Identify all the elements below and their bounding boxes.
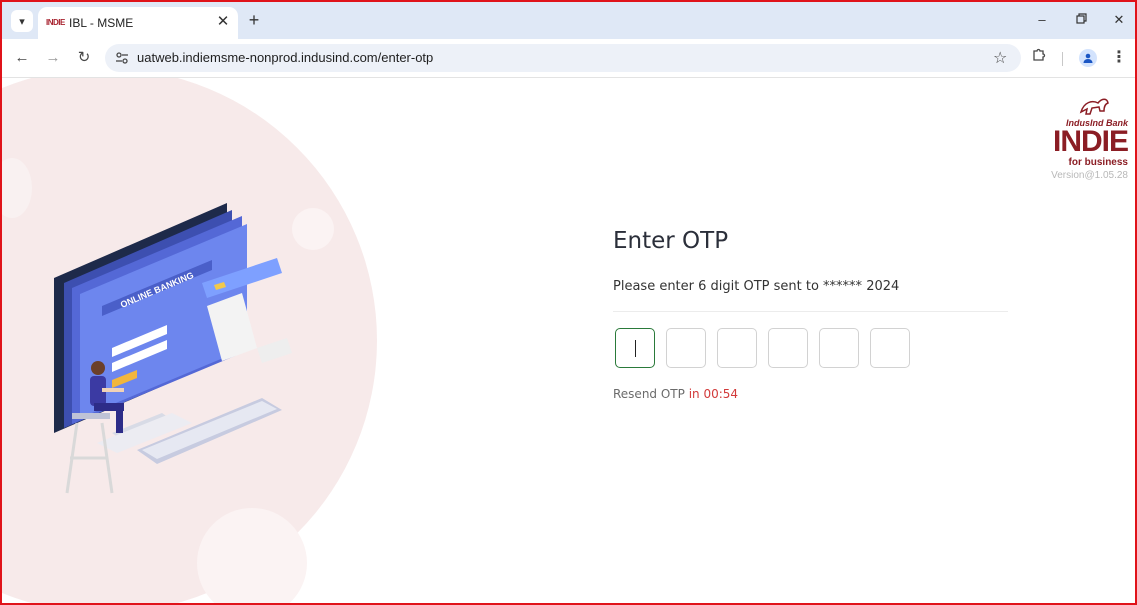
minimize-icon[interactable]: – xyxy=(1027,9,1057,31)
profile-icon[interactable] xyxy=(1079,49,1097,67)
forward-arrow-icon[interactable]: → xyxy=(42,47,64,69)
otp-digit-2[interactable] xyxy=(666,328,706,368)
toolbar-separator xyxy=(1062,52,1063,66)
logo-tagline: for business xyxy=(1068,157,1128,168)
address-bar[interactable]: uatweb.indiemsme-nonprod.indusind.com/en… xyxy=(105,44,1021,72)
otp-digit-1[interactable] xyxy=(615,328,655,368)
tune-icon[interactable] xyxy=(115,51,129,65)
otp-instruction: Please enter 6 digit OTP sent to ****** … xyxy=(613,279,900,294)
tab-title: IBL - MSME xyxy=(69,16,134,30)
reload-icon[interactable]: ↻ xyxy=(73,47,95,69)
tab-strip: ▾ INDIE IBL - MSME ✕ + – ✕ xyxy=(2,2,1135,39)
resend-otp: Resend OTP in 00:54 xyxy=(613,387,738,401)
otp-digit-5[interactable] xyxy=(819,328,859,368)
chevron-down-icon: ▾ xyxy=(19,15,25,28)
plus-icon[interactable]: + xyxy=(244,10,264,30)
url-text[interactable]: uatweb.indiemsme-nonprod.indusind.com/en… xyxy=(137,50,433,65)
resend-otp-link[interactable]: Resend OTP xyxy=(613,387,685,401)
tab-favicon-icon: INDIE xyxy=(46,18,65,27)
text-caret xyxy=(635,340,636,357)
window-close-icon[interactable]: ✕ xyxy=(1104,9,1134,31)
resend-timer: in 00:54 xyxy=(688,387,739,401)
browser-window: ▾ INDIE IBL - MSME ✕ + – ✕ ← → ↻ uatweb.… xyxy=(0,0,1137,605)
page-title: Enter OTP xyxy=(613,228,729,254)
otp-digit-4[interactable] xyxy=(768,328,808,368)
puzzle-icon[interactable] xyxy=(1032,47,1047,66)
online-banking-illustration: ONLINE BANKING xyxy=(54,203,292,494)
close-icon[interactable]: ✕ xyxy=(214,13,232,31)
otp-digit-6[interactable] xyxy=(870,328,910,368)
active-tab[interactable]: INDIE IBL - MSME ✕ xyxy=(38,7,238,39)
logo-name: INDIE xyxy=(1052,125,1129,158)
lion-icon xyxy=(1079,98,1109,115)
otp-digit-3[interactable] xyxy=(717,328,757,368)
star-icon[interactable]: ☆ xyxy=(993,48,1007,68)
browser-toolbar: ← → ↻ uatweb.indiemsme-nonprod.indusind.… xyxy=(2,39,1135,78)
restore-icon[interactable] xyxy=(1066,9,1096,31)
page-content: ONLINE BANKING IndusInd Bank INDIE for b… xyxy=(2,78,1135,603)
divider xyxy=(613,311,1008,312)
version-label: Version@1.05.28 xyxy=(1051,170,1128,181)
tab-search-button[interactable]: ▾ xyxy=(11,10,33,32)
kebab-menu-icon[interactable]: ⋮ xyxy=(1111,47,1127,67)
back-arrow-icon[interactable]: ← xyxy=(11,47,33,69)
